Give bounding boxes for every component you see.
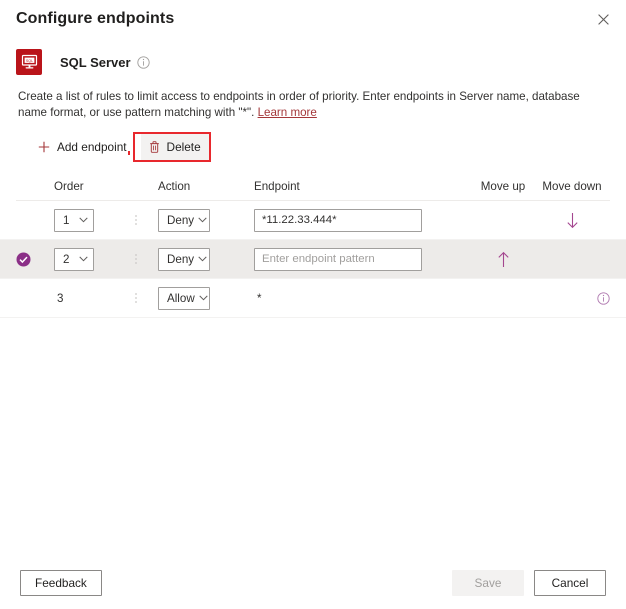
action-value: Deny xyxy=(167,252,195,266)
row-order-cell: 2 xyxy=(40,247,134,271)
row-action-cell: Deny xyxy=(158,208,254,232)
column-header-endpoint: Endpoint xyxy=(254,179,300,193)
description-text: Create a list of rules to limit access t… xyxy=(18,89,610,121)
row-endpoint-cell: * xyxy=(254,289,472,307)
resource-name: SQL Server xyxy=(60,54,131,70)
row-endpoint-cell xyxy=(254,208,472,232)
page-title: Configure endpoints xyxy=(16,9,175,27)
learn-more-link[interactable]: Learn more xyxy=(258,106,317,119)
column-header-action: Action xyxy=(158,179,191,193)
svg-text:SQL: SQL xyxy=(25,59,32,63)
plus-icon xyxy=(38,141,50,153)
annotation-artifact xyxy=(128,151,130,155)
chevron-down-icon xyxy=(198,217,207,223)
table-row[interactable]: 1 Deny xyxy=(0,201,626,240)
trash-icon xyxy=(149,141,160,153)
row-overflow-cell[interactable] xyxy=(134,291,158,305)
order-select[interactable]: 1 xyxy=(54,208,94,232)
row-selected-check-icon[interactable] xyxy=(16,252,31,267)
sql-server-icon: SQL xyxy=(16,49,42,75)
table-row[interactable]: 2 Deny xyxy=(0,240,626,279)
delete-label: Delete xyxy=(166,140,201,154)
row-action-cell: Deny xyxy=(158,247,254,271)
command-bar: Add endpoint Delete xyxy=(30,132,626,162)
column-header-move-up: Move up xyxy=(480,179,526,193)
endpoint-value: * xyxy=(257,292,262,305)
action-value: Deny xyxy=(167,213,195,227)
resource-identity: SQL SQL Server xyxy=(0,37,626,79)
order-select[interactable]: 2 xyxy=(54,247,94,271)
action-select[interactable]: Deny xyxy=(158,247,210,271)
add-endpoint-label: Add endpoint xyxy=(57,140,127,154)
row-more-menu-icon[interactable] xyxy=(134,213,138,227)
endpoint-input[interactable] xyxy=(254,247,422,271)
info-icon[interactable] xyxy=(136,55,150,69)
row-order-cell: 3 xyxy=(40,289,134,307)
row-move-up-cell[interactable] xyxy=(472,251,534,268)
row-select-cell[interactable] xyxy=(16,252,40,267)
delete-button[interactable]: Delete xyxy=(140,134,209,160)
chevron-down-icon xyxy=(79,217,88,223)
action-select[interactable]: Deny xyxy=(158,208,210,232)
order-value: 2 xyxy=(63,252,70,266)
action-select[interactable]: Allow xyxy=(158,286,210,310)
chevron-down-icon xyxy=(198,256,207,262)
endpoints-table: Order Action Endpoint Move up Move down … xyxy=(0,172,626,318)
cancel-button[interactable]: Cancel xyxy=(534,570,606,596)
row-overflow-cell[interactable] xyxy=(134,213,158,227)
delete-highlight-annotation: Delete xyxy=(132,132,211,162)
panel-header: Configure endpoints xyxy=(0,0,626,37)
close-icon xyxy=(597,13,609,25)
panel-footer: Feedback Save Cancel xyxy=(0,557,626,609)
row-more-menu-icon[interactable] xyxy=(134,252,138,266)
column-header-order: Order xyxy=(54,179,84,193)
endpoint-input[interactable] xyxy=(254,208,422,232)
chevron-down-icon xyxy=(79,256,88,262)
table-row[interactable]: 3 Allow * xyxy=(0,279,626,318)
row-order-cell: 1 xyxy=(40,208,134,232)
action-value: Allow xyxy=(167,291,195,305)
add-endpoint-button[interactable]: Add endpoint xyxy=(30,134,135,160)
row-move-down-cell xyxy=(534,291,610,305)
row-info-icon[interactable] xyxy=(597,291,610,305)
row-overflow-cell[interactable] xyxy=(134,252,158,266)
order-value: 1 xyxy=(63,213,70,227)
row-more-menu-icon[interactable] xyxy=(134,291,138,305)
column-header-move-down: Move down xyxy=(542,179,602,193)
chevron-down-icon xyxy=(199,295,208,301)
row-action-cell: Allow xyxy=(158,286,254,310)
order-value: 3 xyxy=(57,292,64,305)
row-endpoint-cell xyxy=(254,247,472,271)
move-up-arrow-icon[interactable] xyxy=(497,251,510,268)
row-move-down-cell[interactable] xyxy=(534,212,610,229)
save-button[interactable]: Save xyxy=(452,570,524,596)
feedback-button[interactable]: Feedback xyxy=(20,570,102,596)
close-button[interactable] xyxy=(588,6,618,32)
move-down-arrow-icon[interactable] xyxy=(566,212,579,229)
table-header-row: Order Action Endpoint Move up Move down xyxy=(16,172,610,201)
